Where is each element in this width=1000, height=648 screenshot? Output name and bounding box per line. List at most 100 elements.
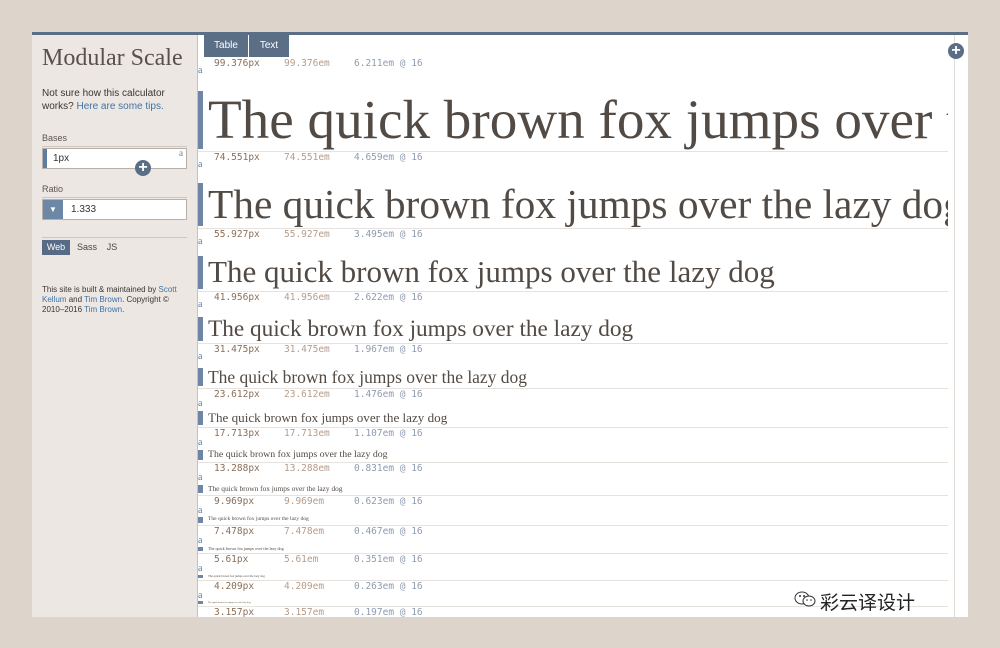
- size-indicator-bar: [198, 546, 203, 551]
- px-value: 55.927px: [214, 229, 260, 240]
- table-row: a 74.551px 74.551em 4.659em @ 16 The quick b…: [198, 152, 948, 229]
- format-tab-js[interactable]: JS: [102, 240, 122, 255]
- size-values: 17.713px 17.713em 1.107em @ 16: [214, 428, 423, 439]
- table-row: a 55.927px 55.927em 3.495em @ 16 The quick b…: [198, 229, 948, 292]
- em-value: 74.551em: [284, 152, 330, 163]
- sample-text: The quick brown fox jumps over the lazy …: [208, 366, 527, 387]
- footer-text: and: [68, 295, 83, 304]
- size-indicator-bar: [198, 449, 203, 460]
- font-sample-icon[interactable]: a: [198, 616, 202, 617]
- table-row: a 7.478px 7.478em 0.467em @ 16 The quick bro…: [198, 526, 948, 554]
- font-sample-icon[interactable]: a: [198, 299, 202, 310]
- ratio-input[interactable]: ▼ 1.333: [42, 199, 187, 220]
- add-row-icon[interactable]: +: [948, 43, 964, 59]
- bases-input[interactable]: 1px a: [42, 148, 187, 169]
- base-em-value: 6.211em @ 16: [354, 58, 423, 69]
- em-value: 9.969em: [284, 496, 325, 507]
- sample-text: The quick brown fox jumps over the lazy …: [208, 484, 343, 494]
- em-value: 3.157em: [284, 607, 325, 617]
- em-value: 4.209em: [284, 581, 325, 592]
- table-row: a 13.288px 13.288em 0.831em @ 16 The quick b…: [198, 463, 948, 496]
- tab-table[interactable]: Table: [204, 35, 248, 57]
- font-sample-icon[interactable]: a: [198, 437, 202, 448]
- tips-link[interactable]: Here are some tips.: [76, 101, 163, 112]
- table-row: a 23.612px 23.612em 1.476em @ 16 The quick b…: [198, 389, 948, 428]
- sample-text: The quick brown fox jumps over the lazy …: [208, 600, 251, 604]
- sample-text: The quick brown fox jumps over the lazy …: [208, 315, 634, 342]
- font-sample-icon[interactable]: a: [198, 398, 202, 409]
- wechat-icon: [794, 590, 816, 608]
- sample-text: The quick brown fox jumps over the lazy …: [208, 410, 448, 426]
- size-indicator-bar: [198, 316, 203, 341]
- base-em-value: 0.831em @ 16: [354, 463, 423, 474]
- table-row: a 31.475px 31.475em 1.967em @ 16 The quick b…: [198, 344, 948, 389]
- size-indicator-bar: [198, 574, 203, 578]
- table-row: a 17.713px 17.713em 1.107em @ 16 The quick b…: [198, 428, 948, 463]
- format-tab-sass[interactable]: Sass: [74, 240, 100, 255]
- base-em-value: 4.659em @ 16: [354, 152, 423, 163]
- size-values: 9.969px 9.969em 0.623em @ 16: [214, 496, 423, 507]
- px-value: 31.475px: [214, 344, 260, 355]
- font-sample-icon[interactable]: a: [198, 65, 202, 76]
- add-base-icon[interactable]: +: [135, 160, 151, 176]
- author-link[interactable]: Tim Brown: [84, 305, 122, 314]
- base-em-value: 1.967em @ 16: [354, 344, 423, 355]
- size-values: 3.157px 3.157em 0.197em @ 16: [214, 607, 423, 617]
- em-value: 41.956em: [284, 292, 330, 303]
- footer-text: .: [122, 305, 125, 314]
- table-row: a 5.61px 5.61em 0.351em @ 16 The quick brown…: [198, 554, 948, 581]
- size-indicator-bar: [198, 517, 203, 523]
- font-sample-icon[interactable]: a: [198, 472, 202, 483]
- px-value: 41.956px: [214, 292, 260, 303]
- size-values: 23.612px 23.612em 1.476em @ 16: [214, 389, 423, 400]
- font-sample-icon[interactable]: a: [198, 236, 202, 247]
- base-em-value: 0.197em @ 16: [354, 607, 423, 617]
- tab-text[interactable]: Text: [249, 35, 289, 57]
- help-text: Not sure how this calculator works? Here…: [42, 87, 187, 113]
- font-sample-icon[interactable]: a: [198, 590, 202, 601]
- scale-table: Table Text a 99.376px 99.376em 6.211em @ 16…: [198, 35, 968, 617]
- app-title: Modular Scale: [42, 45, 183, 71]
- sample-text: The quick brown fox jumps over the lazy …: [208, 545, 284, 551]
- em-value: 5.61em: [284, 554, 319, 565]
- px-value: 7.478px: [214, 526, 255, 537]
- size-indicator-bar: [198, 256, 203, 289]
- em-value: 99.376em: [284, 58, 330, 69]
- format-tab-web[interactable]: Web: [42, 240, 70, 255]
- table-row: a 99.376px 99.376em 6.211em @ 16 The quick b…: [198, 58, 948, 152]
- sidebar: Modular Scale Not sure how this calculat…: [32, 35, 198, 617]
- bases-label: Bases: [42, 133, 68, 143]
- font-sample-icon[interactable]: a: [198, 505, 202, 516]
- font-sample-icon[interactable]: a: [198, 563, 202, 574]
- em-value: 31.475em: [284, 344, 330, 355]
- size-values: 99.376px 99.376em 6.211em @ 16: [214, 58, 423, 69]
- base-em-value: 0.263em @ 16: [354, 581, 423, 592]
- font-sample-icon[interactable]: a: [198, 159, 202, 170]
- px-value: 74.551px: [214, 152, 260, 163]
- base-em-value: 1.476em @ 16: [354, 389, 423, 400]
- em-value: 23.612em: [284, 389, 330, 400]
- size-values: 31.475px 31.475em 1.967em @ 16: [214, 344, 423, 355]
- size-indicator-bar: [198, 367, 203, 386]
- px-value: 17.713px: [214, 428, 260, 439]
- sample-text: The quick brown fox jumps over the lazy …: [208, 89, 948, 151]
- watermark-text: 彩云译设计: [820, 592, 916, 614]
- input-focus-bar: [43, 149, 47, 168]
- em-value: 13.288em: [284, 463, 330, 474]
- px-value: 3.157px: [214, 607, 255, 617]
- ratio-dropdown-button[interactable]: ▼: [43, 200, 63, 219]
- base-em-value: 3.495em @ 16: [354, 229, 423, 240]
- divider: [42, 237, 187, 238]
- size-values: 5.61px 5.61em 0.351em @ 16: [214, 554, 423, 565]
- divider: [42, 197, 187, 198]
- size-indicator-bar: [198, 601, 203, 604]
- font-sample-icon[interactable]: a: [198, 535, 202, 546]
- base-em-value: 0.351em @ 16: [354, 554, 423, 565]
- size-values: 13.288px 13.288em 0.831em @ 16: [214, 463, 423, 474]
- author-link[interactable]: Tim Brown: [84, 295, 122, 304]
- font-sample-icon[interactable]: a: [179, 148, 183, 158]
- size-indicator-bar: [198, 411, 203, 425]
- sample-text: The quick brown fox jumps over the lazy …: [208, 573, 265, 578]
- base-em-value: 2.622em @ 16: [354, 292, 423, 303]
- font-sample-icon[interactable]: a: [198, 351, 202, 362]
